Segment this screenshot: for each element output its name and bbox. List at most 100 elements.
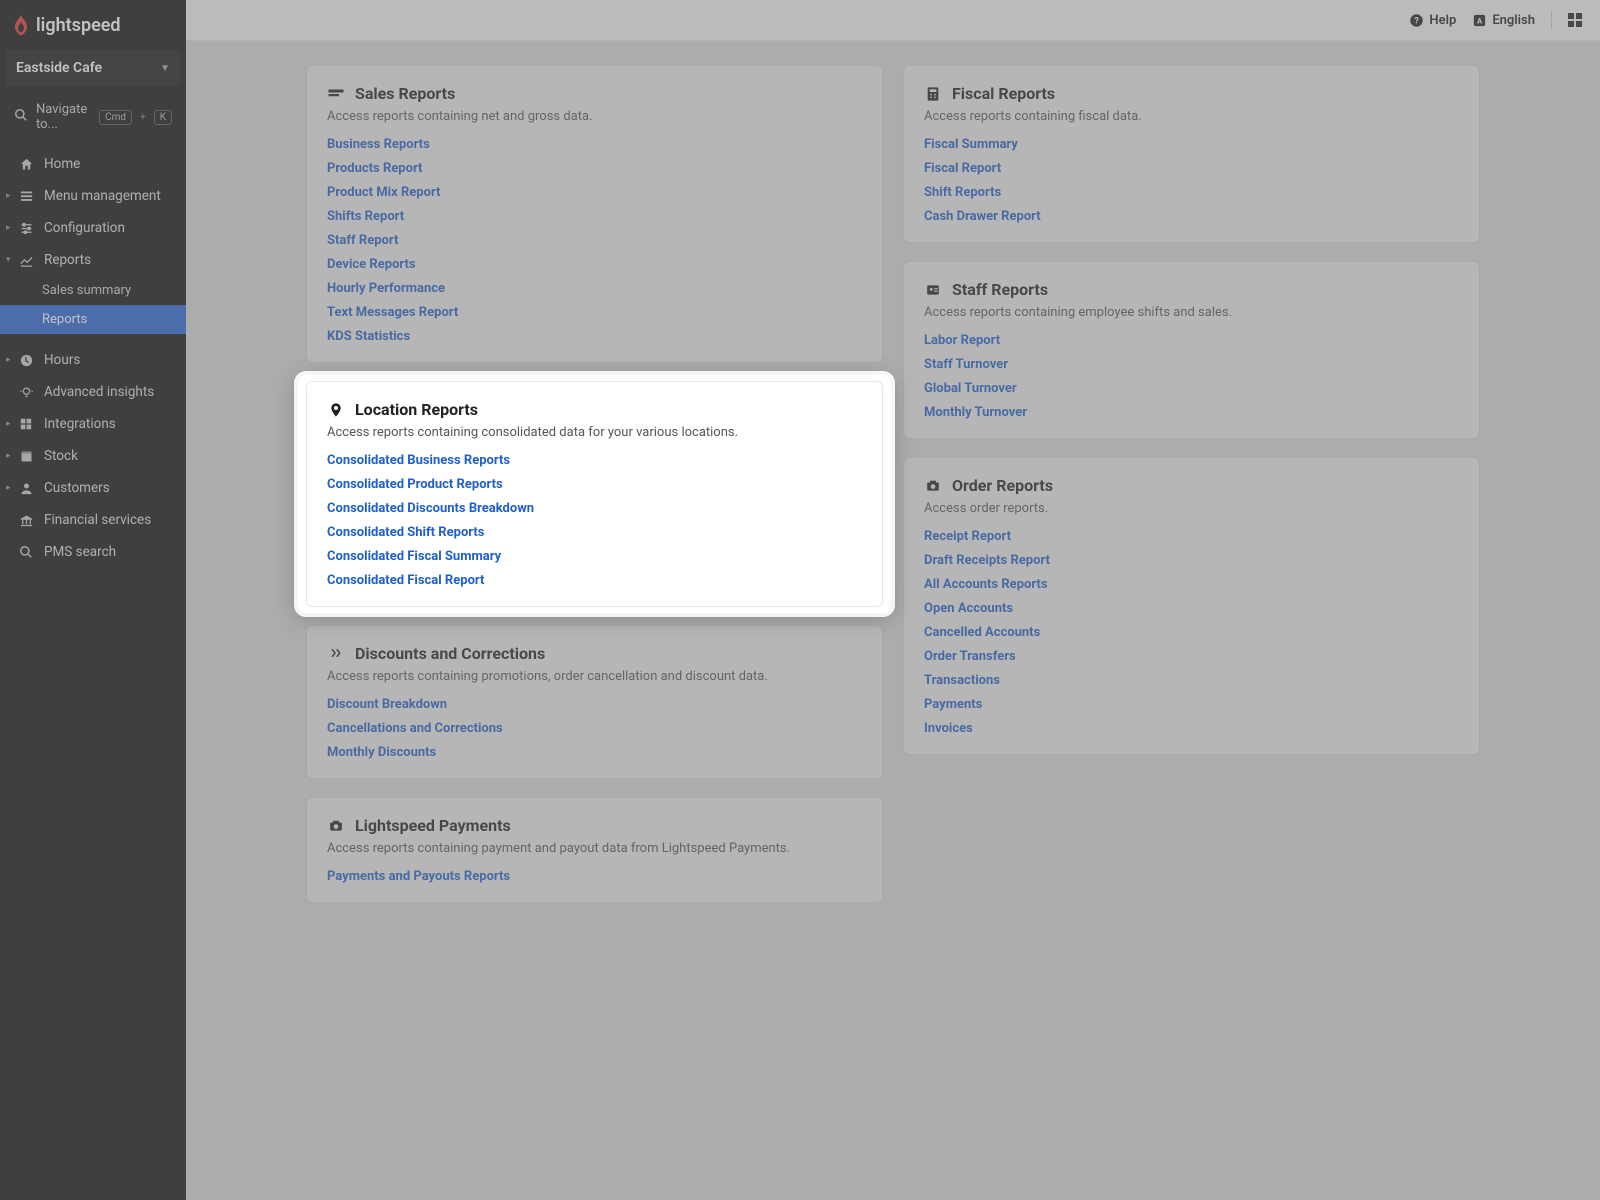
report-link[interactable]: Consolidated Fiscal Summary — [327, 549, 501, 564]
badge-icon — [924, 281, 942, 299]
location-reports-card: Location Reports Access reports containi… — [306, 381, 883, 607]
link-list: Discount Breakdown Cancellations and Corr… — [327, 696, 862, 760]
report-link[interactable]: Consolidated Discounts Breakdown — [327, 501, 534, 516]
report-link[interactable]: Cash Drawer Report — [924, 209, 1041, 224]
report-link[interactable]: Cancellations and Corrections — [327, 721, 503, 736]
report-link[interactable]: Hourly Performance — [327, 281, 445, 296]
report-link[interactable]: Product Mix Report — [327, 185, 440, 200]
nav-stock[interactable]: Stock — [0, 440, 186, 472]
left-column: Sales Reports Access reports containing … — [306, 65, 883, 1176]
report-link[interactable]: Receipt Report — [924, 529, 1011, 544]
report-link[interactable]: Order Transfers — [924, 649, 1016, 664]
language-icon: A — [1472, 13, 1487, 28]
report-link[interactable]: Consolidated Fiscal Report — [327, 573, 484, 588]
link-list: Fiscal Summary Fiscal Report Shift Reports… — [924, 136, 1459, 224]
report-link[interactable]: Staff Report — [327, 233, 398, 248]
discount-icon — [327, 645, 345, 663]
report-link[interactable]: Consolidated Shift Reports — [327, 525, 484, 540]
nav-list: Home Menu management Configuration Repor… — [0, 148, 186, 568]
pin-icon — [327, 401, 345, 419]
link-list: Receipt Report Draft Receipts Report All A… — [924, 528, 1459, 736]
location-selector[interactable]: Eastside Cafe ▼ — [6, 50, 180, 86]
report-link[interactable]: Global Turnover — [924, 381, 1017, 396]
report-link[interactable]: Discount Breakdown — [327, 697, 447, 712]
topbar-divider — [1551, 11, 1552, 29]
card-desc: Access order reports. — [924, 501, 1459, 516]
calc-icon — [924, 85, 942, 103]
report-link[interactable]: Invoices — [924, 721, 973, 736]
report-link[interactable]: Shift Reports — [924, 185, 1001, 200]
order-icon — [924, 477, 942, 495]
report-link[interactable]: Shifts Report — [327, 209, 404, 224]
payments-card: Lightspeed Payments Access reports conta… — [306, 797, 883, 903]
box-icon — [18, 448, 34, 464]
card-title: Discounts and Corrections — [355, 644, 545, 663]
report-link[interactable]: Business Reports — [327, 137, 430, 152]
svg-text:?: ? — [1415, 16, 1420, 26]
report-link[interactable]: Text Messages Report — [327, 305, 458, 320]
nav-configuration[interactable]: Configuration — [0, 212, 186, 244]
report-link[interactable]: Labor Report — [924, 333, 1000, 348]
report-link[interactable]: Monthly Discounts — [327, 745, 436, 760]
location-name: Eastside Cafe — [16, 60, 102, 76]
report-link[interactable]: All Accounts Reports — [924, 577, 1048, 592]
nav-advanced-insights[interactable]: Advanced insights — [0, 376, 186, 408]
report-link[interactable]: KDS Statistics — [327, 329, 410, 344]
menu-icon — [18, 188, 34, 204]
nav-home[interactable]: Home — [0, 148, 186, 180]
navigate-to-button[interactable]: Navigate to... Cmd + K — [6, 96, 180, 138]
nav-sales-summary[interactable]: Sales summary — [0, 276, 186, 305]
grid-icon — [18, 416, 34, 432]
order-reports-card: Order Reports Access order reports. Rece… — [903, 457, 1480, 755]
help-icon: ? — [1409, 13, 1424, 28]
report-link[interactable]: Payments and Payouts Reports — [327, 869, 510, 884]
report-link[interactable]: Device Reports — [327, 257, 416, 272]
report-link[interactable]: Transactions — [924, 673, 1000, 688]
nav-reports-sub[interactable]: Reports — [0, 305, 186, 334]
report-link[interactable]: Consolidated Business Reports — [327, 453, 510, 468]
card-icon — [327, 85, 345, 103]
nav-financial-services[interactable]: Financial services — [0, 504, 186, 536]
report-link[interactable]: Cancelled Accounts — [924, 625, 1040, 640]
home-icon — [18, 156, 34, 172]
language-button[interactable]: A English — [1472, 13, 1535, 28]
link-list: Payments and Payouts Reports — [327, 868, 862, 884]
report-link[interactable]: Staff Turnover — [924, 357, 1008, 372]
link-list: Consolidated Business Reports Consolidate… — [327, 452, 862, 588]
brand-logo: lightspeed — [0, 0, 186, 46]
report-link[interactable]: Open Accounts — [924, 601, 1013, 616]
sidebar: lightspeed Eastside Cafe ▼ Navigate to..… — [0, 0, 186, 1200]
nav-customers[interactable]: Customers — [0, 472, 186, 504]
nav-reports[interactable]: Reports — [0, 244, 186, 276]
report-link[interactable]: Consolidated Product Reports — [327, 477, 503, 492]
navigate-to-label: Navigate to... — [36, 102, 91, 132]
nav-integrations[interactable]: Integrations — [0, 408, 186, 440]
card-desc: Access reports containing payment and pa… — [327, 841, 862, 856]
chart-icon — [18, 252, 34, 268]
card-desc: Access reports containing promotions, or… — [327, 669, 862, 684]
content-grid: Sales Reports Access reports containing … — [186, 41, 1600, 1200]
help-button[interactable]: ? Help — [1409, 13, 1456, 28]
apps-button[interactable] — [1568, 13, 1582, 27]
card-title: Sales Reports — [355, 84, 455, 103]
nav-menu-management[interactable]: Menu management — [0, 180, 186, 212]
report-link[interactable]: Fiscal Summary — [924, 137, 1018, 152]
report-link[interactable]: Payments — [924, 697, 982, 712]
kbd-k: K — [154, 110, 172, 125]
report-link[interactable]: Draft Receipts Report — [924, 553, 1050, 568]
report-link[interactable]: Monthly Turnover — [924, 405, 1027, 420]
nav-hours[interactable]: Hours — [0, 344, 186, 376]
report-link[interactable]: Fiscal Report — [924, 161, 1001, 176]
right-column: Fiscal Reports Access reports containing… — [903, 65, 1480, 1176]
nav-pms-search[interactable]: PMS search — [0, 536, 186, 568]
topbar: ? Help A English — [186, 0, 1600, 41]
card-title: Location Reports — [355, 400, 478, 419]
card-desc: Access reports containing net and gross … — [327, 109, 862, 124]
chevron-down-icon: ▼ — [160, 63, 170, 74]
report-link[interactable]: Products Report — [327, 161, 422, 176]
flame-icon — [12, 14, 30, 36]
search-icon — [14, 108, 28, 126]
card-desc: Access reports containing consolidated d… — [327, 425, 862, 440]
card-desc: Access reports containing fiscal data. — [924, 109, 1459, 124]
card-desc: Access reports containing employee shift… — [924, 305, 1459, 320]
